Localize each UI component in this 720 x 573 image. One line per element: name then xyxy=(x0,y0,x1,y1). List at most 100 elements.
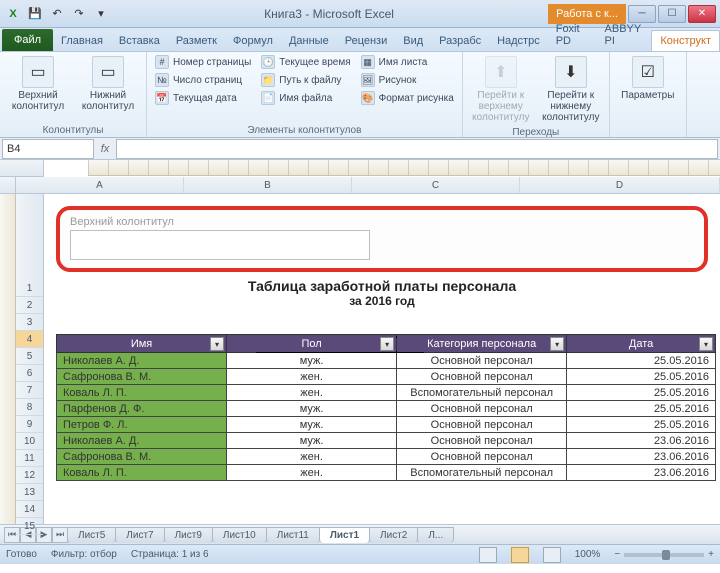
maximize-button[interactable]: ☐ xyxy=(658,5,686,23)
cell-name[interactable]: Николаев А. Д. xyxy=(57,353,227,369)
sheet-tab[interactable]: Лист2 xyxy=(369,527,418,543)
page-header-area[interactable]: Верхний колонтитул xyxy=(56,206,708,272)
cell-date[interactable]: 23.06.2016 xyxy=(567,449,716,465)
table-row[interactable]: Сафронова В. М.жен.Основной персонал23.0… xyxy=(57,449,716,465)
row-15[interactable]: 15 xyxy=(16,518,43,535)
cell-sex[interactable]: муж. xyxy=(227,401,397,417)
cell-name[interactable]: Николаев А. Д. xyxy=(57,433,227,449)
tab-addins[interactable]: Надстрс xyxy=(489,31,548,51)
tab-home[interactable]: Главная xyxy=(53,31,111,51)
cell-date[interactable]: 25.05.2016 xyxy=(567,385,716,401)
cell-date[interactable]: 25.05.2016 xyxy=(567,401,716,417)
cell-date[interactable]: 23.06.2016 xyxy=(567,433,716,449)
cell-name[interactable]: Петров Ф. Л. xyxy=(57,417,227,433)
undo-icon[interactable]: ↶ xyxy=(48,5,66,23)
col-D[interactable]: D xyxy=(520,177,720,193)
row-13[interactable]: 13 xyxy=(16,484,43,501)
table-row[interactable]: Сафронова В. М.жен.Основной персонал25.0… xyxy=(57,369,716,385)
footer-button[interactable]: ▭ Нижний колонтитул xyxy=(76,54,140,114)
col-C[interactable]: C xyxy=(352,177,520,193)
sheet-tab[interactable]: Л... xyxy=(417,527,454,543)
cell-sex[interactable]: жен. xyxy=(227,465,397,481)
tab-design[interactable]: Конструкт xyxy=(651,30,720,51)
table-row[interactable]: Петров Ф. Л.муж.Основной персонал25.05.2… xyxy=(57,417,716,433)
table-row[interactable]: Николаев А. Д.муж.Основной персонал23.06… xyxy=(57,433,716,449)
cell-cat[interactable]: Основной персонал xyxy=(397,433,567,449)
cell-sex[interactable]: муж. xyxy=(227,417,397,433)
tab-dev[interactable]: Разрабс xyxy=(431,31,489,51)
table-row[interactable]: Коваль Л. П.жен.Вспомогательный персонал… xyxy=(57,385,716,401)
cell-name[interactable]: Коваль Л. П. xyxy=(57,465,227,481)
page-number-button[interactable]: #Номер страницы xyxy=(153,54,253,70)
cell-sex[interactable]: жен. xyxy=(227,449,397,465)
cell-cat[interactable]: Вспомогательный персонал xyxy=(397,385,567,401)
file-name-button[interactable]: 📄Имя файла xyxy=(259,90,352,106)
zoom-in-icon[interactable]: + xyxy=(708,549,714,560)
table-row[interactable]: Парфенов Д. Ф.муж.Основной персонал25.05… xyxy=(57,401,716,417)
tab-view[interactable]: Вид xyxy=(395,31,431,51)
save-icon[interactable]: 💾 xyxy=(26,5,44,23)
view-page-layout-button[interactable] xyxy=(511,547,529,563)
col-A[interactable]: A xyxy=(16,177,184,193)
cell-name[interactable]: Сафронова В. М. xyxy=(57,369,227,385)
row-5[interactable]: 5 xyxy=(16,348,43,365)
cell-cat[interactable]: Основной персонал xyxy=(397,353,567,369)
sheet-tab[interactable]: Лист5 xyxy=(67,527,116,543)
column-header[interactable]: Дата▾ xyxy=(567,335,716,353)
filter-dropdown-icon[interactable]: ▾ xyxy=(699,337,713,351)
cell-name[interactable]: Сафронова В. М. xyxy=(57,449,227,465)
row-9[interactable]: 9 xyxy=(16,416,43,433)
cell-cat[interactable]: Основной персонал xyxy=(397,449,567,465)
select-all-corner[interactable] xyxy=(0,160,44,177)
sheet-body[interactable]: Верхний колонтитул Таблица заработной пл… xyxy=(44,194,720,524)
sheet-tab[interactable]: Лист11 xyxy=(266,527,320,543)
row-7[interactable]: 7 xyxy=(16,382,43,399)
row-14[interactable]: 14 xyxy=(16,501,43,518)
current-date-button[interactable]: 📅Текущая дата xyxy=(153,90,253,106)
format-picture-button[interactable]: 🎨Формат рисунка xyxy=(359,90,456,106)
cell-sex[interactable]: жен. xyxy=(227,385,397,401)
filter-dropdown-icon[interactable]: ▾ xyxy=(380,337,394,351)
file-path-button[interactable]: 📁Путь к файлу xyxy=(259,72,352,88)
name-box[interactable]: B4 xyxy=(2,139,94,159)
tab-data[interactable]: Данные xyxy=(281,31,337,51)
cell-name[interactable]: Коваль Л. П. xyxy=(57,385,227,401)
row-10[interactable]: 10 xyxy=(16,433,43,450)
cell-cat[interactable]: Основной персонал xyxy=(397,369,567,385)
cell-cat[interactable]: Вспомогательный персонал xyxy=(397,465,567,481)
tab-insert[interactable]: Вставка xyxy=(111,31,168,51)
sheet-tab[interactable]: Лист1 xyxy=(319,527,370,543)
header-button[interactable]: ▭ Верхний колонтитул xyxy=(6,54,70,114)
row-2[interactable]: 2 xyxy=(16,297,43,314)
cell-date[interactable]: 25.05.2016 xyxy=(567,353,716,369)
row-3[interactable]: 3 xyxy=(16,314,43,331)
page-count-button[interactable]: №Число страниц xyxy=(153,72,253,88)
sheet-tab[interactable]: Лист9 xyxy=(164,527,213,543)
cell-cat[interactable]: Основной персонал xyxy=(397,401,567,417)
column-header[interactable]: Имя▾ xyxy=(57,335,227,353)
row-11[interactable]: 11 xyxy=(16,450,43,467)
view-page-break-button[interactable] xyxy=(543,547,561,563)
col-B[interactable]: B xyxy=(184,177,352,193)
cell-sex[interactable]: муж. xyxy=(227,433,397,449)
qat-dropdown-icon[interactable]: ▾ xyxy=(92,5,110,23)
options-button[interactable]: ☑ Параметры xyxy=(616,54,680,103)
cell-sex[interactable]: жен. xyxy=(227,369,397,385)
cell-date[interactable]: 25.05.2016 xyxy=(567,417,716,433)
tab-foxit[interactable]: Foxit PD xyxy=(548,19,597,51)
fx-icon[interactable]: fx xyxy=(94,143,116,155)
formula-input[interactable] xyxy=(116,139,718,159)
cell-name[interactable]: Парфенов Д. Ф. xyxy=(57,401,227,417)
current-time-button[interactable]: 🕒Текущее время xyxy=(259,54,352,70)
tab-abbyy[interactable]: ABBYY PI xyxy=(597,19,652,51)
filter-dropdown-icon[interactable]: ▾ xyxy=(550,337,564,351)
tab-formulas[interactable]: Формул xyxy=(225,31,281,51)
sheet-name-button[interactable]: ▦Имя листа xyxy=(359,54,456,70)
filter-dropdown-icon[interactable]: ▾ xyxy=(210,337,224,351)
zoom-out-icon[interactable]: − xyxy=(614,549,620,560)
table-row[interactable]: Николаев А. Д.муж.Основной персонал25.05… xyxy=(57,353,716,369)
tab-nav-last[interactable]: ⏭ xyxy=(52,527,68,543)
picture-button[interactable]: 🖼Рисунок xyxy=(359,72,456,88)
row-8[interactable]: 8 xyxy=(16,399,43,416)
column-header[interactable]: Пол▾ xyxy=(227,335,397,353)
